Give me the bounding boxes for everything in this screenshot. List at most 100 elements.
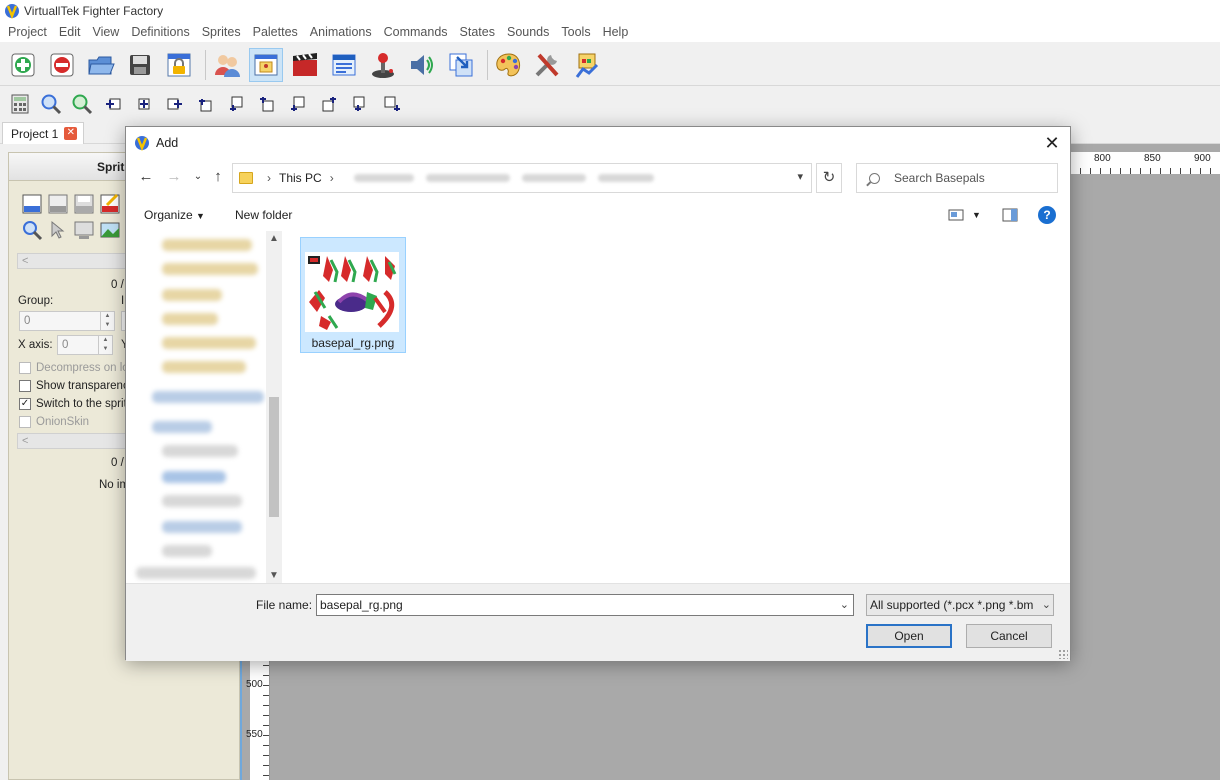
switch-sprite-checkbox[interactable]: ✓ Switch to the sprite — [19, 398, 133, 410]
close-icon[interactable]: ✕ — [64, 127, 78, 140]
nav-folder-redacted[interactable] — [162, 445, 238, 457]
spinner-arrows[interactable]: ▲ ▼ — [100, 312, 114, 330]
nav-folder-redacted[interactable] — [162, 545, 212, 557]
menu-edit[interactable]: Edit — [53, 22, 87, 42]
file-item-basepal[interactable]: basepal_rg.png — [300, 237, 406, 353]
zoom-out-button[interactable] — [70, 92, 94, 116]
scroll-up-icon[interactable]: ▲ — [266, 233, 282, 244]
close-project-button[interactable] — [45, 48, 79, 82]
nav-folder-redacted[interactable] — [162, 521, 242, 533]
save-pcx-icon[interactable] — [73, 193, 95, 215]
cursor-tool-icon[interactable] — [47, 219, 69, 241]
nav-folder-redacted[interactable] — [162, 495, 242, 507]
align-bottom-button[interactable] — [287, 92, 311, 116]
menu-states[interactable]: States — [454, 22, 501, 42]
menu-palettes[interactable]: Palettes — [247, 22, 304, 42]
decompress-checkbox[interactable]: Decompress on loa — [19, 362, 135, 374]
resize-grip[interactable] — [1058, 649, 1068, 659]
sprites-button[interactable] — [249, 47, 283, 82]
nav-folder-redacted[interactable] — [162, 471, 226, 483]
change-view-icon[interactable] — [948, 208, 964, 222]
align-bottom-right-button[interactable] — [349, 92, 373, 116]
open-button[interactable]: Open — [866, 624, 952, 648]
breadcrumb-this-pc[interactable]: This PC — [279, 171, 322, 185]
recent-locations-chevron-icon[interactable]: ⌄ — [188, 167, 208, 187]
sff-edit-icon[interactable] — [99, 193, 121, 215]
organize-button[interactable]: Organize ▼ — [144, 208, 205, 222]
align-bottom-left-button[interactable] — [225, 92, 249, 116]
menu-sounds[interactable]: Sounds — [501, 22, 555, 42]
file-type-select[interactable]: All supported (*.pcx *.png *.bm ⌄ — [866, 594, 1054, 616]
file-name-input[interactable]: basepal_rg.png ⌄ — [316, 594, 854, 616]
menu-view[interactable]: View — [86, 22, 125, 42]
view-options-chevron-icon[interactable]: ▼ — [972, 210, 981, 220]
align-center-button[interactable] — [132, 92, 156, 116]
new-project-button[interactable] — [6, 48, 40, 82]
nav-folder-redacted[interactable] — [162, 263, 258, 275]
preview-pane-icon[interactable] — [1002, 208, 1018, 222]
palette-button[interactable] — [492, 48, 526, 82]
open-project-button[interactable] — [84, 48, 118, 82]
align-top-left-button[interactable] — [194, 92, 218, 116]
menu-definitions[interactable]: Definitions — [125, 22, 195, 42]
cancel-button[interactable]: Cancel — [966, 624, 1052, 648]
help-icon[interactable]: ? — [1038, 206, 1056, 224]
lock-button[interactable] — [162, 48, 196, 82]
chevron-down-icon[interactable]: ▾ — [797, 170, 803, 183]
align-top-right-button[interactable] — [318, 92, 342, 116]
new-folder-button[interactable]: New folder — [235, 208, 292, 222]
address-bar[interactable]: › This PC › ▾ — [232, 163, 812, 193]
nav-folder-redacted[interactable] — [152, 391, 264, 403]
align-right-button[interactable] — [163, 92, 187, 116]
search-sprite-icon[interactable] — [21, 219, 43, 241]
align-top-button[interactable] — [256, 92, 280, 116]
search-input[interactable]: Search Basepals — [856, 163, 1058, 193]
menu-commands[interactable]: Commands — [378, 22, 454, 42]
export-pcx-icon[interactable] — [47, 193, 69, 215]
folder-tree-scrollbar[interactable]: ▲ ▼ — [266, 231, 282, 583]
save-button[interactable] — [123, 48, 157, 82]
nav-folder-redacted[interactable] — [162, 239, 252, 251]
menu-help[interactable]: Help — [597, 22, 635, 42]
folder-tree-pane[interactable]: ▲ ▼ — [126, 231, 284, 583]
file-list-pane[interactable]: basepal_rg.png — [284, 231, 1070, 583]
align-corner-button[interactable] — [380, 92, 404, 116]
sounds-button[interactable] — [405, 48, 439, 82]
scroll-down-icon[interactable]: ▼ — [266, 570, 282, 581]
group-spinner[interactable]: 0 ▲ ▼ — [19, 311, 115, 331]
back-arrow-icon[interactable]: ← — [136, 167, 156, 187]
tab-project-1[interactable]: Project 1 ✕ — [2, 122, 85, 144]
show-transparency-checkbox[interactable]: Show transparency — [19, 380, 134, 392]
nav-folder-redacted[interactable] — [162, 313, 218, 325]
nav-folder-redacted[interactable] — [162, 361, 246, 373]
onionskin-checkbox[interactable]: OnionSkin — [19, 416, 89, 428]
image-icon[interactable] — [99, 219, 121, 241]
scrollbar-thumb[interactable] — [269, 397, 279, 517]
refresh-button[interactable]: ↻ — [816, 163, 842, 193]
nav-folder-redacted[interactable] — [162, 337, 256, 349]
export-button[interactable] — [444, 48, 478, 82]
chevron-down-icon[interactable]: ⌄ — [840, 595, 849, 615]
forward-arrow-icon[interactable]: → — [164, 167, 184, 187]
menu-sprites[interactable]: Sprites — [196, 22, 247, 42]
zoom-in-button[interactable] — [39, 92, 63, 116]
xaxis-spinner[interactable]: 0 ▲ ▼ — [57, 335, 113, 355]
menu-tools[interactable]: Tools — [555, 22, 596, 42]
nav-folder-redacted[interactable] — [152, 421, 212, 433]
commands-button[interactable] — [366, 48, 400, 82]
up-arrow-icon[interactable]: ↑ — [208, 167, 228, 187]
animations-button[interactable] — [288, 48, 322, 82]
screen-icon[interactable] — [73, 219, 95, 241]
settings-button[interactable] — [570, 48, 604, 82]
spinner-arrows[interactable]: ▲ ▼ — [98, 336, 112, 354]
menu-project[interactable]: Project — [2, 22, 53, 42]
import-pcx-icon[interactable] — [21, 193, 43, 215]
characters-button[interactable] — [210, 48, 244, 82]
dialog-close-button[interactable]: ✕ — [1040, 131, 1064, 155]
nav-folder-redacted[interactable] — [162, 289, 222, 301]
menu-animations[interactable]: Animations — [304, 22, 378, 42]
definitions-button[interactable] — [327, 48, 361, 82]
align-left-button[interactable] — [101, 92, 125, 116]
tools-button[interactable] — [531, 48, 565, 82]
nav-folder-redacted[interactable] — [136, 567, 256, 579]
